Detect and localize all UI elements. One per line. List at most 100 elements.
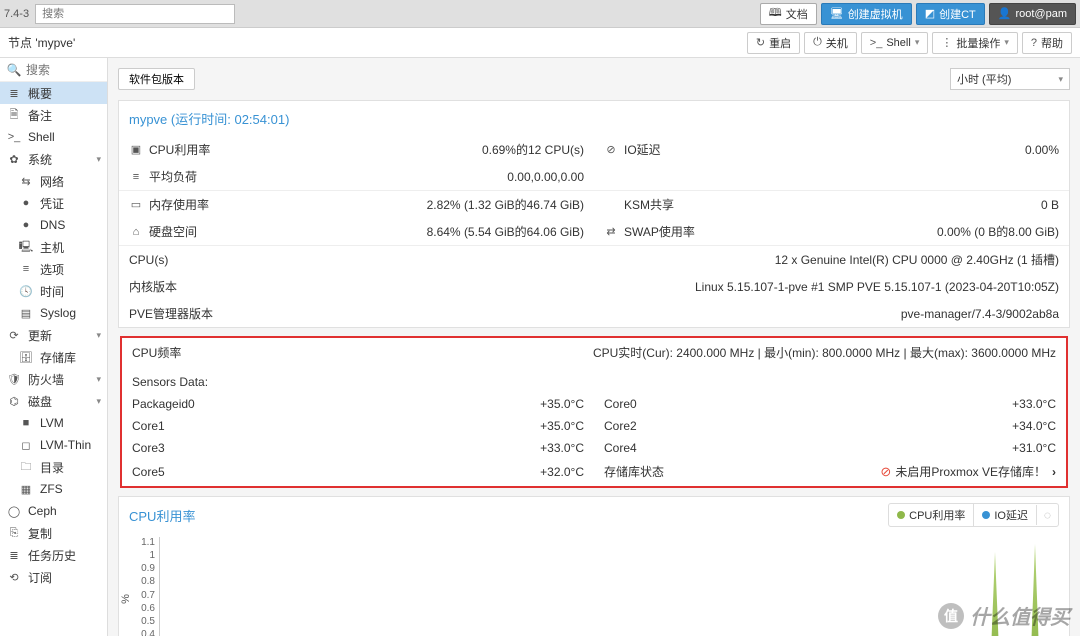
stat-icon: ▭ <box>129 198 143 211</box>
sidebar-item-label: 主机 <box>40 239 64 256</box>
sidebar-item-凭证[interactable]: ●凭证 <box>0 192 107 214</box>
create-ct-button[interactable]: ◩创建CT <box>916 3 985 25</box>
sidebar-icon: 🖳 <box>18 238 34 257</box>
sidebar-item-label: Ceph <box>28 504 57 518</box>
stat-icon: ⇄ <box>604 225 618 238</box>
chevron-down-icon: ▾ <box>96 396 101 407</box>
sidebar-item-更新[interactable]: ⟳ 更新 ▾ <box>0 324 107 346</box>
sidebar-item-主机[interactable]: 🖳 主机 <box>0 236 107 258</box>
sidebar-item-ZFS[interactable]: ▦ZFS <box>0 478 107 500</box>
breadcrumb: 节点 'mypve' <box>8 34 75 51</box>
chart-spike <box>1031 544 1039 636</box>
sidebar-search-input[interactable] <box>26 63 96 77</box>
chevron-down-icon: ▾ <box>1004 37 1009 48</box>
chart-legend: CPU利用率 IO延迟 ◌ <box>888 503 1059 527</box>
chevron-down-icon: ▾ <box>1058 74 1063 85</box>
bulk-dropdown[interactable]: ⋮批量操作▾ <box>932 32 1018 54</box>
sidebar-item-label: 复制 <box>28 525 52 542</box>
sidebar-item-订阅[interactable]: ⟲订阅 <box>0 566 107 588</box>
sidebar-item-目录[interactable]: 🗀目录 <box>0 456 107 478</box>
sidebar-item-DNS[interactable]: ● DNS <box>0 214 107 236</box>
temp-row: Core0+33.0°C <box>594 393 1066 415</box>
sidebar-icon: ▦ <box>18 483 34 496</box>
chevron-down-icon: ▾ <box>915 37 920 48</box>
sidebar-icon: ⟳ <box>6 329 22 342</box>
package-versions-button[interactable]: 软件包版本 <box>118 68 195 90</box>
chart-title: CPU利用率 <box>129 506 195 525</box>
sidebar-item-label: DNS <box>40 218 65 232</box>
help-button[interactable]: ?帮助 <box>1022 32 1072 54</box>
sidebar-icon: ■ <box>18 417 34 429</box>
warning-icon: ⊘ <box>880 464 891 480</box>
sidebar-item-时间[interactable]: 🕓 时间 <box>0 280 107 302</box>
power-icon: ⏻ <box>813 36 822 49</box>
time-range-select[interactable]: 小时 (平均) ▾ <box>950 68 1070 90</box>
temp-row: Packageid0+35.0°C <box>122 393 594 415</box>
cube-icon: ◩ <box>925 7 935 20</box>
sidebar-item-label: 更新 <box>28 327 52 344</box>
sidebar-icon: 🗎 <box>6 106 22 125</box>
sidebar-icon: ⎘ <box>6 527 22 540</box>
sidebar-item-label: 概要 <box>28 85 52 102</box>
user-menu-button[interactable]: 👤root@pam <box>989 3 1076 25</box>
sidebar-item-网络[interactable]: ⇆网络 <box>0 170 107 192</box>
sidebar-item-复制[interactable]: ⎘ 复制 <box>0 522 107 544</box>
legend-toggle-icon[interactable]: ◌ <box>1036 505 1058 525</box>
legend-io[interactable]: IO延迟 <box>973 504 1036 526</box>
legend-cpu[interactable]: CPU利用率 <box>889 504 973 526</box>
shell-dropdown[interactable]: >_Shell▾ <box>861 32 929 54</box>
stat-row: KSM共享0 B <box>594 191 1069 218</box>
topbar: 7.4-3 🕮文档 🖥创建虚拟机 ◩创建CT 👤root@pam <box>0 0 1080 28</box>
sidebar-item-LVM[interactable]: ■LVM <box>0 412 107 434</box>
sidebar: 🔍 ≣ 概要 🗎备注>_Shell✿系统▾⇆网络●凭证 ● DNS 🖳 主机 ≡选项 🕓 时间 ▤S… <box>0 58 108 636</box>
sidebar-item-Shell[interactable]: >_Shell <box>0 126 107 148</box>
docs-button[interactable]: 🕮文档 <box>760 3 817 25</box>
terminal-icon: >_ <box>870 37 883 49</box>
user-icon: 👤 <box>998 7 1012 20</box>
stat-icon: ⊘ <box>604 143 618 156</box>
temp-row: Core5+32.0°C <box>122 459 594 484</box>
help-icon: ? <box>1031 37 1037 49</box>
global-search-input[interactable] <box>35 4 235 24</box>
list-icon: ⋮ <box>941 36 952 49</box>
chevron-down-icon: ▾ <box>96 330 101 341</box>
search-icon: 🔍 <box>6 63 22 77</box>
version-label: 7.4-3 <box>4 8 29 20</box>
sidebar-icon: ≣ <box>6 549 22 562</box>
shutdown-button[interactable]: ⏻关机 <box>804 32 857 54</box>
sidebar-icon: ● <box>18 219 34 231</box>
sidebar-icon: ⟲ <box>6 571 22 584</box>
sidebar-item-label: 凭证 <box>40 195 64 212</box>
sidebar-item-label: 磁盘 <box>28 393 52 410</box>
sidebar-item-Syslog[interactable]: ▤Syslog <box>0 302 107 324</box>
stat-row: ▭内存使用率2.82% (1.32 GiB的46.74 GiB) <box>119 191 594 218</box>
sidebar-item-选项[interactable]: ≡选项 <box>0 258 107 280</box>
stat-row: ≡平均负荷0.00,0.00,0.00 <box>119 163 594 190</box>
sidebar-item-防火墙[interactable]: 🛡防火墙▾ <box>0 368 107 390</box>
sidebar-item-系统[interactable]: ✿系统▾ <box>0 148 107 170</box>
reboot-button[interactable]: ↻重启 <box>747 32 800 54</box>
sidebar-item-Ceph[interactable]: ◯Ceph <box>0 500 107 522</box>
sidebar-item-label: 选项 <box>40 261 64 278</box>
stat-row: ⇄SWAP使用率0.00% (0 B的8.00 GiB) <box>594 218 1069 245</box>
content-toolbar: 软件包版本 小时 (平均) ▾ <box>118 64 1070 94</box>
sidebar-item-label: 时间 <box>40 283 64 300</box>
y-axis: 1.110.90.80.70.60.50.40.3 <box>129 537 159 636</box>
sidebar-item-概要[interactable]: ≣ 概要 <box>0 82 107 104</box>
cpu-chart-panel: CPU利用率 CPU利用率 IO延迟 ◌ % 1.110.90.80.70.60… <box>118 496 1070 636</box>
sidebar-icon: 🕓 <box>18 285 34 298</box>
create-vm-button[interactable]: 🖥创建虚拟机 <box>821 3 912 25</box>
sidebar-item-label: 防火墙 <box>28 371 64 388</box>
sidebar-item-LVM-Thin[interactable]: ◻LVM-Thin <box>0 434 107 456</box>
repo-status-row[interactable]: 存储库状态⊘未启用Proxmox VE存储库！› <box>594 459 1066 484</box>
chart-spike <box>991 552 999 636</box>
panel-title: mypve (运行时间: 02:54:01) <box>119 101 1069 136</box>
sensors-header: Sensors Data: <box>122 365 1066 393</box>
sidebar-icon: ≣ <box>6 87 22 100</box>
sidebar-search[interactable]: 🔍 <box>0 58 107 82</box>
sidebar-item-备注[interactable]: 🗎备注 <box>0 104 107 126</box>
sidebar-item-任务历史[interactable]: ≣任务历史 <box>0 544 107 566</box>
sidebar-item-存储库[interactable]: 🗄存储库 <box>0 346 107 368</box>
chevron-right-icon: › <box>1052 465 1056 479</box>
sidebar-item-磁盘[interactable]: ⌬磁盘▾ <box>0 390 107 412</box>
